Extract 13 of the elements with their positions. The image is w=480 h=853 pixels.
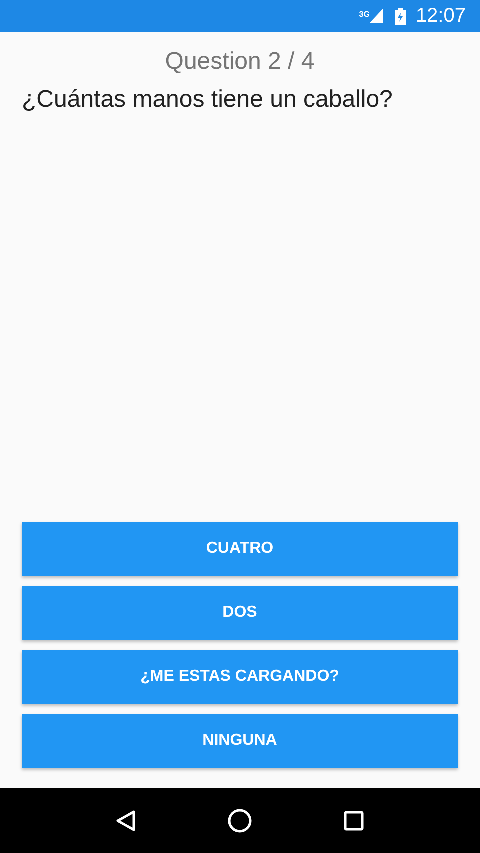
- answer-button[interactable]: NINGUNA: [22, 714, 458, 768]
- question-counter: Question 2 / 4: [164, 47, 316, 77]
- answer-button[interactable]: CUATRO: [22, 522, 458, 576]
- answer-button[interactable]: ¿ME ESTAS CARGANDO?: [22, 650, 458, 704]
- network-type-label: 3G: [359, 11, 370, 19]
- signal-icon: [370, 9, 383, 23]
- home-icon[interactable]: [228, 808, 252, 832]
- recents-icon[interactable]: [344, 810, 364, 830]
- clock: 12:07: [416, 4, 466, 29]
- answer-button[interactable]: DOS: [22, 586, 458, 640]
- question-text: ¿Cuántas manos tiene un caballo?: [22, 85, 394, 115]
- back-icon[interactable]: [116, 810, 136, 832]
- battery-icon: [394, 8, 406, 24]
